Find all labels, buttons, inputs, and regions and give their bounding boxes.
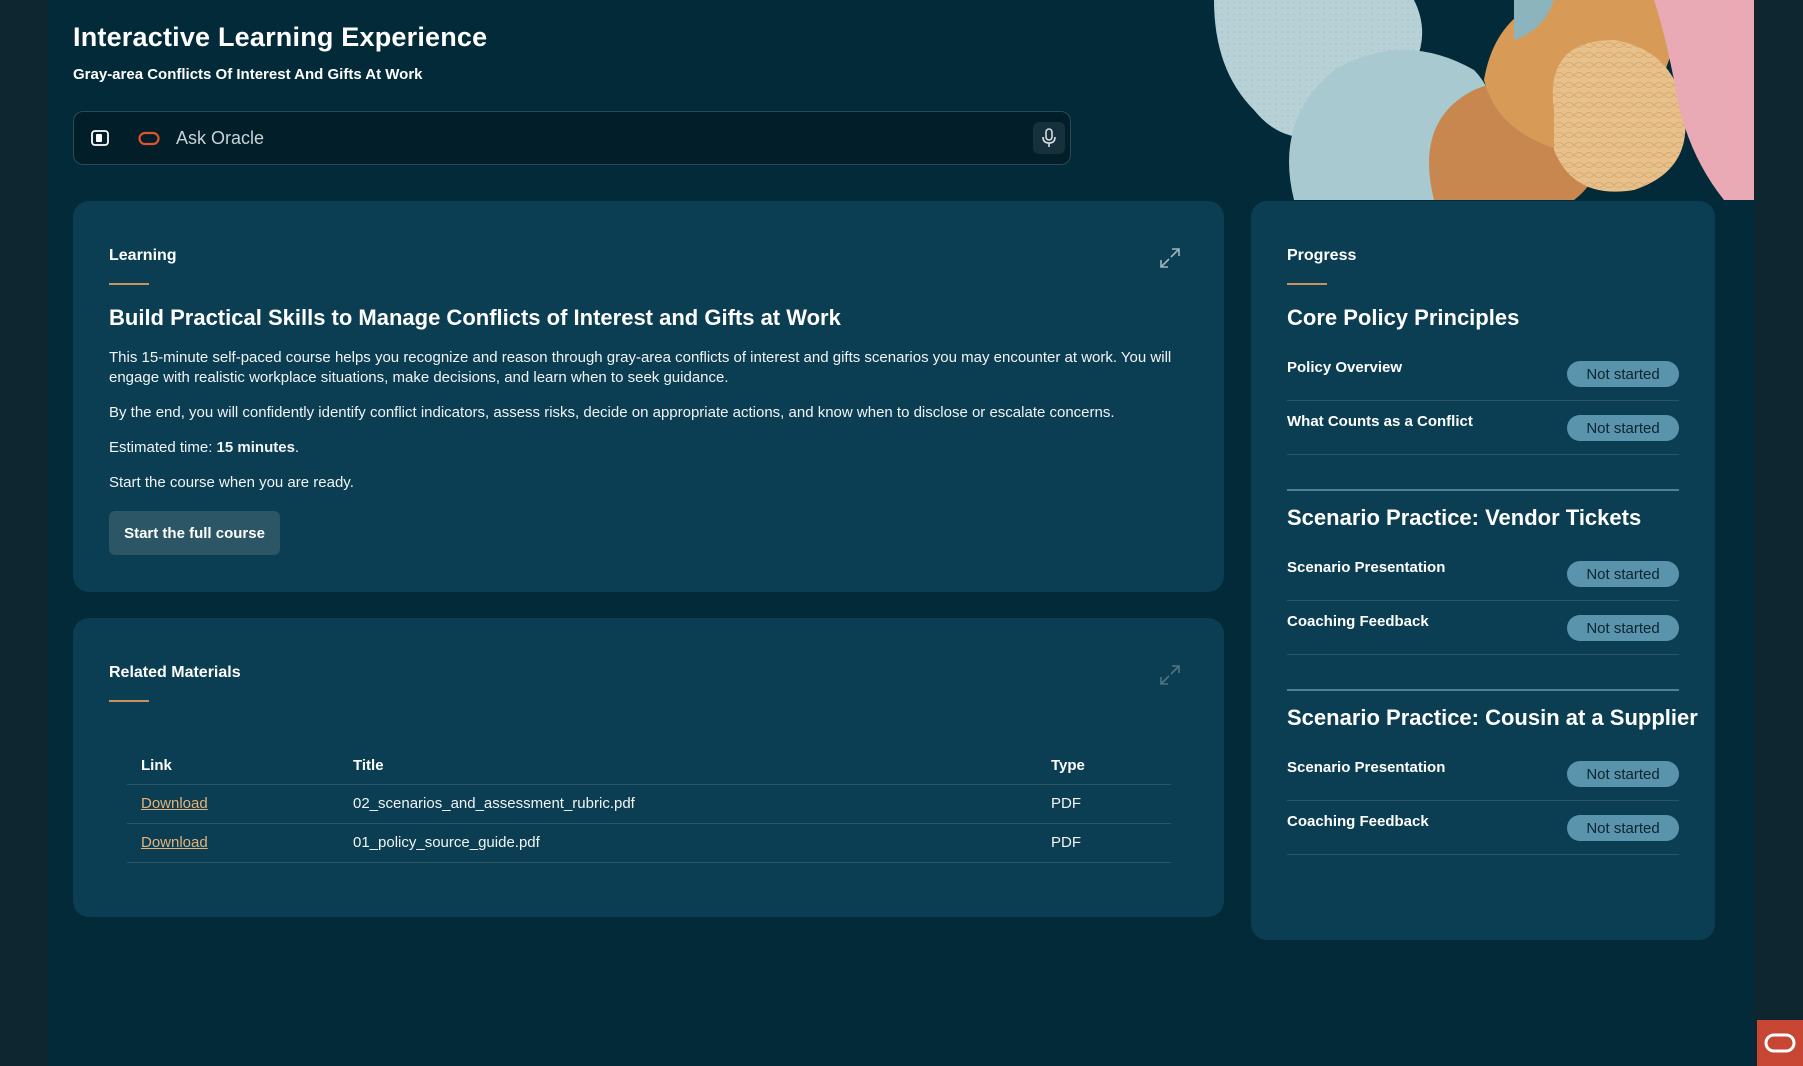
- progress-underline: [1287, 283, 1327, 285]
- expand-icon[interactable]: [1159, 664, 1181, 686]
- link-cell: Download: [127, 823, 339, 863]
- status-badge: Not started: [1567, 361, 1679, 387]
- progress-item[interactable]: Coaching Feedback Not started: [1287, 601, 1679, 655]
- title-cell: 01_policy_source_guide.pdf: [339, 823, 1037, 863]
- column-header-link: Link: [127, 748, 339, 785]
- start-course-button[interactable]: Start the full course: [109, 511, 280, 555]
- link-cell: Download: [127, 784, 339, 824]
- learning-card: Learning Build Practical Skills to Manag…: [73, 201, 1224, 592]
- type-cell: PDF: [1037, 784, 1171, 824]
- left-gutter: [0, 0, 48, 1066]
- progress-item-label: Scenario Presentation: [1287, 559, 1446, 576]
- estimated-time: Estimated time: 15 minutes.: [109, 438, 1189, 458]
- side-panel-icon[interactable]: [90, 128, 110, 148]
- page-title: Interactive Learning Experience: [73, 22, 488, 52]
- hero-illustration: [1214, 0, 1754, 200]
- start-prompt: Start the course when you are ready.: [109, 474, 354, 491]
- related-materials-label: Related Materials: [109, 664, 241, 681]
- progress-item-label: What Counts as a Conflict: [1287, 413, 1473, 430]
- course-heading: Build Practical Skills to Manage Conflic…: [109, 305, 841, 330]
- progress-label: Progress: [1287, 247, 1357, 264]
- status-badge: Not started: [1567, 561, 1679, 587]
- section-divider: [1287, 689, 1679, 691]
- status-badge: Not started: [1567, 761, 1679, 787]
- estimated-time-label: Estimated time:: [109, 439, 217, 456]
- column-header-type: Type: [1037, 748, 1171, 785]
- title-cell: 02_scenarios_and_assessment_rubric.pdf: [339, 784, 1037, 824]
- oracle-logo-icon: [138, 131, 160, 146]
- page-subtitle: Gray-area Conflicts Of Interest And Gift…: [73, 66, 423, 83]
- ask-oracle-input[interactable]: [176, 122, 996, 154]
- estimated-time-value: 15 minutes: [216, 439, 295, 456]
- progress-item[interactable]: What Counts as a Conflict Not started: [1287, 401, 1679, 455]
- materials-table: Link Title Type Download 02_scenarios_an…: [127, 748, 1171, 863]
- learning-underline: [109, 283, 149, 285]
- download-link[interactable]: Download: [141, 834, 208, 851]
- learning-label: Learning: [109, 247, 177, 264]
- progress-item-label: Coaching Feedback: [1287, 813, 1429, 830]
- table-row: Download 01_policy_source_guide.pdf PDF: [127, 823, 1171, 863]
- table-row: Download 02_scenarios_and_assessment_rub…: [127, 784, 1171, 824]
- type-cell: PDF: [1037, 823, 1171, 863]
- progress-item[interactable]: Scenario Presentation Not started: [1287, 747, 1679, 801]
- status-badge: Not started: [1567, 415, 1679, 441]
- progress-item-label: Scenario Presentation: [1287, 759, 1446, 776]
- microphone-icon: [1042, 128, 1056, 147]
- status-badge: Not started: [1567, 615, 1679, 641]
- course-outcomes: By the end, you will confidently identif…: [109, 404, 1115, 421]
- progress-card: Progress Core Policy Principles Policy O…: [1251, 201, 1715, 940]
- section-title: Core Policy Principles: [1287, 305, 1520, 330]
- estimated-time-suffix: .: [294, 439, 300, 456]
- related-materials-card: Related Materials Link Title Type Downlo…: [73, 618, 1224, 917]
- progress-item-label: Policy Overview: [1287, 359, 1403, 376]
- table-header-row: Link Title Type: [127, 748, 1171, 785]
- right-gutter: [1754, 0, 1803, 1066]
- progress-item-label: Coaching Feedback: [1287, 613, 1429, 630]
- progress-item[interactable]: Scenario Presentation Not started: [1287, 547, 1679, 601]
- oracle-assistant-button[interactable]: [1757, 1020, 1803, 1066]
- progress-item[interactable]: Coaching Feedback Not started: [1287, 801, 1679, 855]
- expand-icon[interactable]: [1159, 247, 1181, 269]
- ask-oracle-bar: [73, 111, 1071, 165]
- section-title: Scenario Practice: Cousin at a Supplier: [1287, 705, 1698, 730]
- microphone-button[interactable]: [1033, 122, 1065, 154]
- section-divider: [1287, 489, 1679, 491]
- section-title: Scenario Practice: Vendor Tickets: [1287, 505, 1642, 530]
- oracle-logo-icon: [1764, 1033, 1796, 1053]
- course-description: This 15-minute self-paced course helps y…: [109, 349, 1172, 386]
- status-badge: Not started: [1567, 815, 1679, 841]
- column-header-title: Title: [339, 748, 1037, 785]
- download-link[interactable]: Download: [141, 795, 208, 812]
- related-underline: [109, 700, 149, 702]
- progress-item[interactable]: Policy Overview Not started: [1287, 347, 1679, 401]
